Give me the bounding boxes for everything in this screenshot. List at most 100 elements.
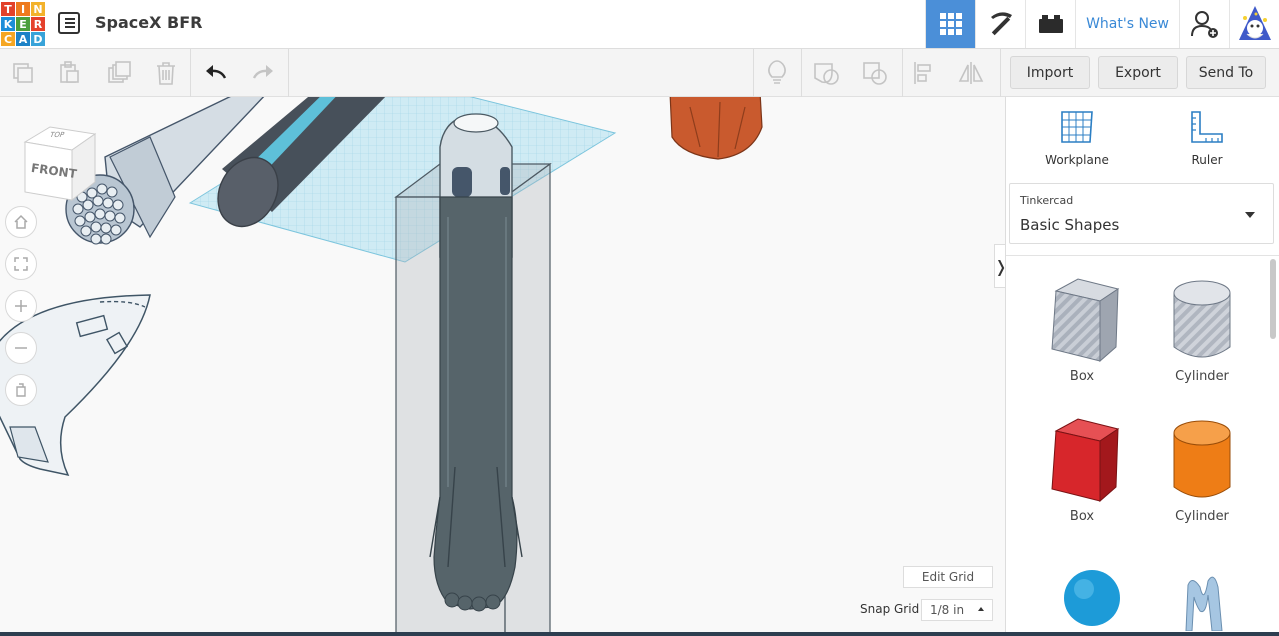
design-title[interactable]: SpaceX BFR xyxy=(95,13,202,32)
trash-icon xyxy=(157,62,175,85)
whats-new-link[interactable]: What's New xyxy=(1075,0,1179,48)
view-cube[interactable]: TOP FRONT xyxy=(20,122,100,206)
minus-icon xyxy=(15,347,27,349)
user-avatar[interactable] xyxy=(1229,0,1279,48)
logo-letter: N xyxy=(31,2,45,16)
fit-view-button[interactable] xyxy=(5,248,37,280)
send-to-button[interactable]: Send To xyxy=(1186,56,1266,89)
workplane-label: Workplane xyxy=(1045,153,1109,167)
group-icon xyxy=(814,63,839,85)
logo-letter: A xyxy=(16,32,30,46)
zoom-in-button[interactable] xyxy=(5,290,37,322)
logo-letter: R xyxy=(31,17,45,31)
add-user-icon xyxy=(1190,11,1218,38)
mirror-button[interactable] xyxy=(955,57,987,89)
logo-letter: K xyxy=(1,17,15,31)
ruler-tool[interactable]: Ruler xyxy=(1157,109,1257,167)
ungroup-icon xyxy=(863,62,887,85)
cylinder-striped-icon xyxy=(1173,280,1231,358)
home-view-button[interactable] xyxy=(5,206,37,238)
scene-graphics xyxy=(0,97,763,636)
snap-grid-label: Snap Grid xyxy=(860,602,920,616)
design-list-icon[interactable] xyxy=(58,12,80,34)
duplicate-button[interactable] xyxy=(103,57,135,89)
panel-scrollbar[interactable] xyxy=(1270,259,1276,339)
align-icon xyxy=(914,62,931,84)
group-button[interactable] xyxy=(810,57,842,89)
3d-workplane-canvas[interactable]: TOP FRONT Edit Grid Snap Grid 1/8 in xyxy=(0,97,1005,636)
library-name: Basic Shapes xyxy=(1020,216,1120,234)
logo-letter: D xyxy=(31,32,45,46)
blocks-view-button[interactable] xyxy=(975,0,1025,48)
sphere-icon xyxy=(1064,570,1120,626)
snap-grid-value: 1/8 in xyxy=(930,603,965,617)
box-striped-icon xyxy=(1051,278,1120,363)
import-button[interactable]: Import xyxy=(1010,56,1090,89)
3d-design-view-button[interactable] xyxy=(925,0,976,48)
shape-label: Cylinder xyxy=(1175,509,1229,524)
shape-library-select[interactable]: Tinkercad Basic Shapes xyxy=(1009,183,1274,244)
shape-scribble[interactable] xyxy=(1152,565,1252,636)
workplane-tool[interactable]: Workplane xyxy=(1027,109,1127,167)
ungroup-button[interactable] xyxy=(859,57,891,89)
shape-sphere[interactable] xyxy=(1032,565,1132,636)
pickaxe-icon xyxy=(990,12,1012,36)
lightbulb-icon xyxy=(768,60,786,84)
plus-icon xyxy=(15,300,27,312)
wizard-avatar-icon xyxy=(1238,6,1271,40)
scribble-icon xyxy=(1185,576,1223,631)
view-cube-top-label: TOP xyxy=(48,131,66,139)
align-button[interactable] xyxy=(908,57,940,89)
workplane-icon xyxy=(1061,111,1093,143)
library-category-label: Tinkercad xyxy=(1020,194,1074,207)
undo-button[interactable] xyxy=(200,57,232,89)
logo-letter: T xyxy=(1,2,15,16)
bfr-rocket-model xyxy=(429,113,523,612)
edit-grid-button[interactable]: Edit Grid xyxy=(903,566,993,588)
shape-label: Box xyxy=(1069,509,1095,524)
shape-box-red[interactable]: Box xyxy=(1032,417,1132,524)
bricks-view-button[interactable] xyxy=(1025,0,1075,48)
copy-button[interactable] xyxy=(7,57,39,89)
ortho-view-button[interactable] xyxy=(5,374,37,406)
shape-cylinder-striped[interactable]: Cylinder xyxy=(1152,277,1252,384)
edit-toolbar: Import Export Send To xyxy=(0,49,1279,97)
redo-button[interactable] xyxy=(247,57,279,89)
redo-icon xyxy=(252,65,273,79)
shapes-panel: Workplane Ruler Tinkercad Basic Shapes B… xyxy=(1005,97,1279,636)
show-hint-button[interactable] xyxy=(761,57,793,89)
bottom-strip xyxy=(0,632,1279,636)
snap-grid-select[interactable]: 1/8 in xyxy=(921,599,993,621)
undo-icon xyxy=(206,65,227,79)
caret-down-icon xyxy=(1245,212,1255,218)
shape-cylinder-orange[interactable]: Cylinder xyxy=(1152,417,1252,524)
paste-button[interactable] xyxy=(53,57,85,89)
export-button[interactable]: Export xyxy=(1098,56,1178,89)
copy-icon xyxy=(13,63,33,83)
shape-box-striped[interactable]: Box xyxy=(1032,277,1132,384)
logo-letter: I xyxy=(16,2,30,16)
delete-button[interactable] xyxy=(150,57,182,89)
home-icon xyxy=(14,214,28,229)
fit-view-icon xyxy=(14,257,28,271)
add-user-button[interactable] xyxy=(1179,0,1229,48)
grid-icon xyxy=(939,13,962,35)
engine-model xyxy=(669,97,763,160)
perspective-icon xyxy=(16,383,26,397)
tinkercad-logo[interactable]: T I N K E R C A D xyxy=(0,2,45,47)
ruler-icon xyxy=(1191,111,1223,143)
zoom-out-button[interactable] xyxy=(5,332,37,364)
shape-label: Cylinder xyxy=(1175,369,1229,384)
logo-letter: C xyxy=(1,32,15,46)
mirror-icon xyxy=(958,62,984,84)
ruler-label: Ruler xyxy=(1191,153,1223,167)
shape-label: Box xyxy=(1069,369,1095,384)
chevron-up-icon xyxy=(978,607,984,611)
cylinder-orange-icon xyxy=(1173,420,1231,498)
duplicate-icon xyxy=(108,61,131,83)
brick-icon xyxy=(1038,15,1063,33)
box-red-icon xyxy=(1051,418,1120,503)
logo-letter: E xyxy=(16,17,30,31)
top-bar: T I N K E R C A D SpaceX BFR What's New xyxy=(0,0,1279,49)
paste-icon xyxy=(60,61,79,83)
